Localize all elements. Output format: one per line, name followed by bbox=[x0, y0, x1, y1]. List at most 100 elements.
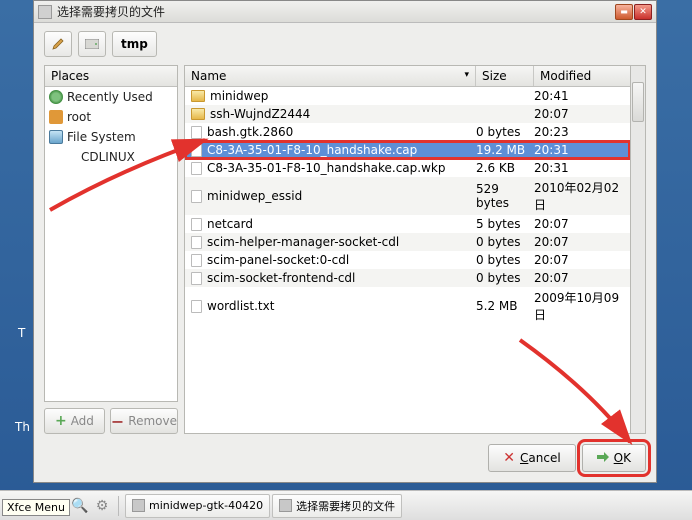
drive-icon bbox=[49, 130, 63, 144]
file-size: 5 bytes bbox=[476, 217, 534, 231]
file-icon bbox=[191, 126, 202, 139]
file-modified: 20:07 bbox=[534, 235, 630, 249]
file-size: 2.6 KB bbox=[476, 161, 534, 175]
path-root-button[interactable] bbox=[78, 31, 106, 57]
scrollbar-thumb[interactable] bbox=[632, 82, 644, 122]
edit-path-button[interactable] bbox=[44, 31, 72, 57]
places-panel: Places Recently Used root File System bbox=[44, 65, 178, 402]
file-name: minidwep bbox=[210, 89, 268, 103]
file-row[interactable]: scim-panel-socket:0-cdl 0 bytes20:07 bbox=[185, 251, 630, 269]
file-row[interactable]: scim-helper-manager-socket-cdl 0 bytes20:… bbox=[185, 233, 630, 251]
file-icon bbox=[191, 300, 202, 313]
file-name: wordlist.txt bbox=[207, 299, 274, 313]
window-title: 选择需要拷贝的文件 bbox=[57, 3, 614, 20]
ok-button[interactable]: OK bbox=[582, 444, 646, 472]
file-modified: 20:23 bbox=[534, 125, 630, 139]
places-header[interactable]: Places bbox=[45, 66, 177, 87]
taskbar-task-dialog[interactable]: 选择需要拷贝的文件 bbox=[272, 494, 402, 518]
close-button[interactable] bbox=[634, 4, 652, 20]
file-modified: 20:31 bbox=[534, 143, 630, 157]
file-size: 0 bytes bbox=[476, 271, 534, 285]
file-icon bbox=[191, 190, 202, 203]
harddisk-icon bbox=[85, 39, 99, 49]
separator bbox=[118, 496, 119, 516]
task-label: minidwep-gtk-40420 bbox=[149, 499, 263, 512]
file-modified: 20:07 bbox=[534, 217, 630, 231]
search-launcher[interactable]: 🔍 bbox=[70, 496, 90, 516]
file-size: 529 bytes bbox=[476, 182, 534, 210]
place-root[interactable]: root bbox=[45, 107, 177, 127]
col-name-label: Name bbox=[191, 69, 226, 83]
file-name: C8-3A-35-01-F8-10_handshake.cap bbox=[207, 143, 417, 157]
place-label: Recently Used bbox=[67, 90, 153, 104]
folder-icon bbox=[191, 90, 205, 102]
file-icon bbox=[191, 236, 202, 249]
window-icon bbox=[38, 5, 52, 19]
place-label: File System bbox=[67, 130, 136, 144]
dialog-body: tmp Places Recently Used root Fil bbox=[34, 23, 656, 482]
file-size: 0 bytes bbox=[476, 253, 534, 267]
minus-icon: − bbox=[111, 412, 124, 431]
cancel-button[interactable]: ✕ Cancel bbox=[488, 444, 575, 472]
remove-bookmark-button[interactable]: − Remove bbox=[110, 408, 178, 434]
titlebar[interactable]: 选择需要拷贝的文件 bbox=[34, 1, 656, 23]
file-row[interactable]: netcard5 bytes20:07 bbox=[185, 215, 630, 233]
place-recently-used[interactable]: Recently Used bbox=[45, 87, 177, 107]
file-row[interactable]: C8-3A-35-01-F8-10_handshake.cap 19.2 MB20… bbox=[185, 141, 630, 159]
file-name: scim-socket-frontend-cdl bbox=[207, 271, 355, 285]
file-row[interactable]: wordlist.txt5.2 MB2009年10月09日 bbox=[185, 287, 630, 325]
file-modified: 20:07 bbox=[534, 253, 630, 267]
recent-icon bbox=[49, 90, 63, 104]
add-bookmark-button[interactable]: + Add bbox=[44, 408, 105, 434]
pencil-icon bbox=[51, 37, 65, 51]
file-modified: 20:07 bbox=[534, 107, 630, 121]
file-modified: 2010年02月02日 bbox=[534, 179, 630, 213]
file-icon bbox=[191, 162, 202, 175]
taskbar: ◔ ▭ ✎ 🔍 ⚙ minidwep-gtk-40420 选择需要拷贝的文件 bbox=[0, 490, 692, 520]
folder-icon bbox=[191, 108, 205, 120]
task-icon bbox=[132, 499, 145, 512]
bg-text-2: Th bbox=[15, 420, 30, 434]
file-modified: 20:41 bbox=[534, 89, 630, 103]
remove-label: Remove bbox=[128, 414, 177, 428]
file-icon bbox=[191, 218, 202, 231]
cancel-label: Cancel bbox=[520, 451, 561, 465]
path-bar: tmp bbox=[44, 31, 646, 57]
file-modified: 20:07 bbox=[534, 271, 630, 285]
place-filesystem[interactable]: File System bbox=[45, 127, 177, 147]
file-row[interactable]: bash.gtk.28600 bytes20:23 bbox=[185, 123, 630, 141]
file-list-scrollbar[interactable] bbox=[631, 65, 646, 434]
file-name: C8-3A-35-01-F8-10_handshake.cap.wkp bbox=[207, 161, 445, 175]
file-icon bbox=[191, 144, 202, 157]
file-modified: 2009年10月09日 bbox=[534, 289, 630, 323]
plus-icon: + bbox=[55, 413, 67, 429]
file-row[interactable]: minidwep_essid 529 bytes2010年02月02日 bbox=[185, 177, 630, 215]
app-launcher[interactable]: ⚙ bbox=[92, 496, 112, 516]
file-name: scim-helper-manager-socket-cdl bbox=[207, 235, 399, 249]
column-header-name[interactable]: Name ▾ bbox=[185, 66, 476, 86]
file-size: 19.2 MB bbox=[476, 143, 534, 157]
file-icon bbox=[191, 272, 202, 285]
bg-text-1: T bbox=[18, 326, 25, 340]
place-label: root bbox=[67, 110, 91, 124]
file-row[interactable]: C8-3A-35-01-F8-10_handshake.cap.wkp 2.6 K… bbox=[185, 159, 630, 177]
path-segment-tmp[interactable]: tmp bbox=[112, 31, 157, 57]
home-icon bbox=[49, 110, 63, 124]
place-cdlinux[interactable]: CDLINUX bbox=[45, 147, 177, 167]
file-row[interactable]: scim-socket-frontend-cdl 0 bytes20:07 bbox=[185, 269, 630, 287]
file-row[interactable]: ssh-WujndZ244420:07 bbox=[185, 105, 630, 123]
cancel-icon: ✕ bbox=[503, 450, 515, 466]
ok-icon bbox=[597, 451, 609, 466]
xfce-menu-tooltip: Xfce Menu bbox=[2, 499, 70, 516]
task-label: 选择需要拷贝的文件 bbox=[296, 498, 395, 514]
column-header-size[interactable]: Size bbox=[476, 66, 534, 86]
place-label: CDLINUX bbox=[81, 150, 135, 164]
column-header-modified[interactable]: Modified bbox=[534, 66, 630, 86]
minimize-button[interactable] bbox=[615, 4, 633, 20]
file-name: scim-panel-socket:0-cdl bbox=[207, 253, 349, 267]
file-name: minidwep_essid bbox=[207, 189, 302, 203]
file-size: 0 bytes bbox=[476, 235, 534, 249]
taskbar-task-minidwep[interactable]: minidwep-gtk-40420 bbox=[125, 494, 270, 518]
sort-indicator-icon: ▾ bbox=[464, 70, 469, 80]
file-row[interactable]: minidwep 20:41 bbox=[185, 87, 630, 105]
